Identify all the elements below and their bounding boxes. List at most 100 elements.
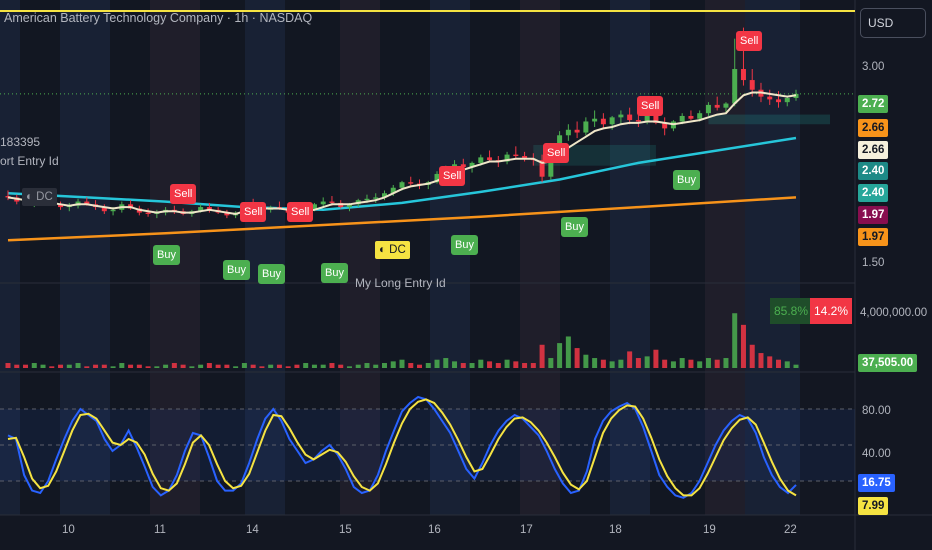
buy-signal[interactable]: Buy: [321, 263, 348, 283]
time-axis-tick: 10: [62, 524, 75, 536]
candle-body: [784, 98, 790, 103]
volume-bar: [644, 356, 650, 368]
candle-body: [110, 209, 116, 212]
candle-body: [399, 182, 405, 188]
volume-bar: [294, 364, 300, 368]
volume-bar: [373, 364, 379, 368]
chart-canvas[interactable]: [0, 0, 932, 550]
buy-signal[interactable]: Buy: [258, 264, 285, 284]
volume-down-percent: 14.2%: [810, 298, 853, 324]
buy-signal[interactable]: Buy: [223, 260, 250, 280]
volume-bar: [136, 364, 142, 368]
zone-box: [708, 114, 830, 125]
volume-bar: [58, 364, 64, 368]
stoch-axis-tick: 40.00: [862, 448, 891, 460]
volume-bar: [198, 364, 204, 368]
sell-signal[interactable]: Sell: [736, 31, 763, 51]
price-badge-teal-ma: 2.40: [858, 162, 889, 180]
price-badge-ma: 2.66: [858, 141, 889, 159]
candle-body: [740, 69, 746, 81]
volume-bar: [399, 359, 405, 368]
volume-bar: [434, 359, 440, 368]
volume-bar: [495, 363, 501, 368]
volume-axis-tick: 4,000,000.00: [860, 307, 928, 319]
volume-bar: [478, 359, 484, 368]
sell-signal[interactable]: Sell: [240, 202, 267, 222]
candle-body: [767, 96, 773, 100]
volume-bar: [381, 363, 387, 368]
volume-bar: [688, 359, 694, 368]
candle-body: [145, 212, 151, 214]
volume-bar: [338, 364, 344, 368]
volume-bar: [714, 359, 720, 368]
volume-bar: [452, 361, 458, 368]
sell-signal[interactable]: Sell: [287, 202, 314, 222]
short-entry-label-fragment: ort Entry Id: [0, 154, 59, 168]
sell-signal[interactable]: Sell: [543, 143, 570, 163]
volume-bar: [740, 324, 746, 368]
volume-bar: [504, 359, 510, 368]
volume-bar: [268, 364, 274, 368]
volume-bar: [215, 364, 221, 368]
time-axis-tick: 18: [609, 524, 622, 536]
volume-bar: [679, 358, 685, 368]
candle-body: [732, 69, 738, 104]
volume-bar: [233, 366, 239, 368]
volume-bar: [171, 363, 177, 368]
volume-bar: [460, 363, 466, 368]
volume-bar: [548, 358, 554, 368]
buy-signal[interactable]: Buy: [451, 235, 478, 255]
candle-body: [329, 201, 335, 203]
dc-chip-2[interactable]: ◐ DC: [375, 241, 410, 259]
candle-body: [408, 182, 414, 184]
volume-bar: [119, 363, 125, 368]
volume-bar: [758, 353, 764, 368]
volume-bar: [101, 364, 107, 368]
volume-bar: [128, 364, 134, 368]
price-axis-tick: 3.00: [862, 61, 885, 73]
volume-bar: [784, 361, 790, 368]
volume-bar: [250, 364, 256, 368]
volume-bar: [224, 364, 230, 368]
long-entry-label-fragment: My Long Entry Id: [355, 276, 446, 290]
currency-button[interactable]: USD: [860, 8, 926, 38]
volume-bar: [793, 364, 799, 368]
volume-bar: [775, 359, 781, 368]
volume-bar: [723, 358, 729, 368]
volume-bar: [285, 366, 291, 368]
sell-signal[interactable]: Sell: [439, 166, 466, 186]
price-badge-orange-ma: 1.97: [858, 228, 889, 246]
sell-signal[interactable]: Sell: [637, 96, 664, 116]
sell-signal[interactable]: Sell: [170, 184, 197, 204]
candle-body: [714, 104, 720, 108]
volume-bar: [705, 358, 711, 368]
dc-chip-label: DC: [36, 191, 53, 203]
volume-bar: [653, 349, 659, 368]
volume-bar: [627, 351, 633, 368]
chart-title: American Battery Technology Company · 1h…: [4, 11, 313, 25]
price-axis-tick: 1.50: [862, 257, 885, 269]
volume-bar: [110, 366, 116, 368]
buy-signal[interactable]: Buy: [153, 245, 180, 265]
stoch-axis-tick: 80.00: [862, 405, 891, 417]
time-axis-tick: 17: [520, 524, 533, 536]
volume-bar: [443, 358, 449, 368]
candle-body: [364, 198, 370, 201]
volume-bar: [259, 366, 265, 368]
candle-body: [697, 113, 703, 119]
candle-body: [487, 157, 493, 161]
volume-bar: [697, 361, 703, 368]
buy-signal[interactable]: Buy: [561, 217, 588, 237]
time-axis-tick: 22: [784, 524, 797, 536]
volume-bar: [469, 363, 475, 368]
candle-body: [635, 120, 641, 122]
volume-bar: [49, 366, 55, 368]
dc-chip-1[interactable]: ◐ DC: [22, 188, 57, 206]
volume-bar: [565, 336, 571, 368]
volume-bar: [355, 364, 361, 368]
price-badge-purple: 1.97: [858, 206, 889, 224]
volume-bar: [329, 363, 335, 368]
volume-bar: [662, 359, 668, 368]
buy-signal[interactable]: Buy: [673, 170, 700, 190]
volume-bar: [670, 361, 676, 368]
